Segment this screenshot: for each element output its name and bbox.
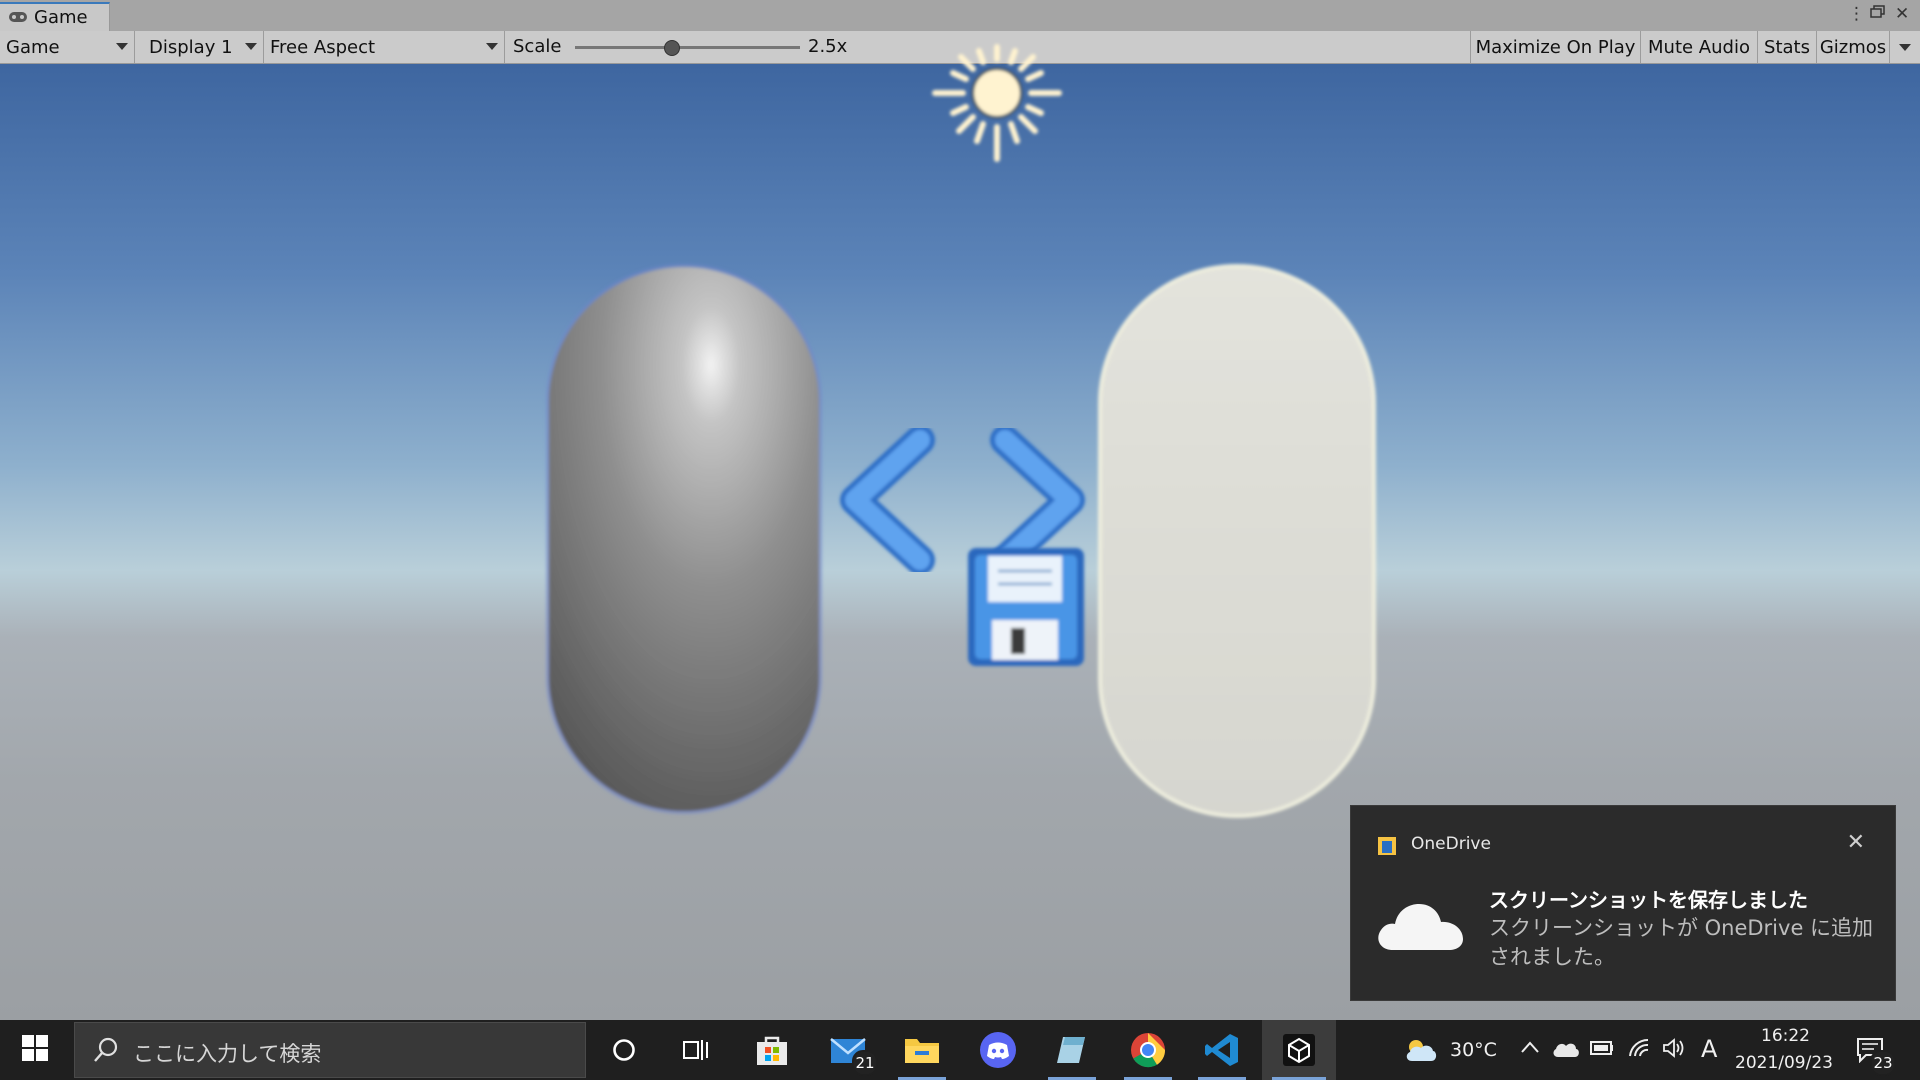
close-icon[interactable]: ✕ [1847,830,1865,855]
volume-icon[interactable] [1662,1038,1686,1063]
notification-title: スクリーンショットを保存しました [1489,888,1808,912]
onedrive-notification[interactable]: OneDrive ✕ スクリーンショットを保存しました スクリーンショットが O… [1350,805,1896,1001]
battery-icon[interactable] [1590,1040,1614,1061]
metal-capsule[interactable] [546,264,822,814]
task-view-icon[interactable] [666,1020,726,1080]
vscode-icon[interactable] [1192,1020,1252,1080]
windows-logo-icon [22,1035,48,1065]
onedrive-tray-icon[interactable] [1552,1039,1580,1064]
search-icon [93,1037,119,1067]
cloud-icon [1373,894,1465,960]
file-explorer-icon[interactable] [892,1020,952,1080]
notification-app-name: OneDrive [1411,834,1491,854]
start-button[interactable] [0,1020,70,1080]
unity-icon[interactable] [1266,1020,1332,1080]
cortana-icon[interactable] [594,1020,654,1080]
code-brackets-icon [840,425,1085,575]
chrome-icon[interactable] [1118,1020,1178,1080]
notification-count-badge: 23 [1870,1050,1896,1076]
store-icon[interactable] [742,1020,802,1080]
clock-date[interactable]: 2021/09/23 [1735,1053,1833,1073]
discord-icon[interactable] [968,1020,1028,1080]
mail-icon[interactable]: 21 [818,1020,878,1080]
onedrive-app-icon [1377,836,1397,856]
chevron-up-icon[interactable] [1520,1038,1540,1059]
sun-light-gizmo[interactable] [932,44,1062,162]
mail-badge: 21 [852,1050,878,1076]
white-capsule[interactable] [1098,264,1376,818]
floppy-save-icon [968,548,1084,666]
weather-cloud-icon[interactable] [1404,1037,1438,1067]
notepad-icon[interactable] [1042,1020,1102,1080]
notification-body: スクリーンショットが OneDrive に追加されました。 [1489,916,1874,969]
wifi-icon[interactable] [1628,1038,1650,1063]
ime-indicator[interactable]: A [1701,1035,1717,1063]
taskbar-search-box[interactable]: ここに入力して検索 [74,1022,586,1078]
clock-time[interactable]: 16:22 [1761,1026,1810,1046]
weather-temperature[interactable]: 30°C [1450,1039,1497,1061]
windows-taskbar: ここに入力して検索 21 30°C A 16:22 2021/09/23 23 [0,1020,1920,1080]
search-placeholder: ここに入力して検索 [133,1042,322,1066]
